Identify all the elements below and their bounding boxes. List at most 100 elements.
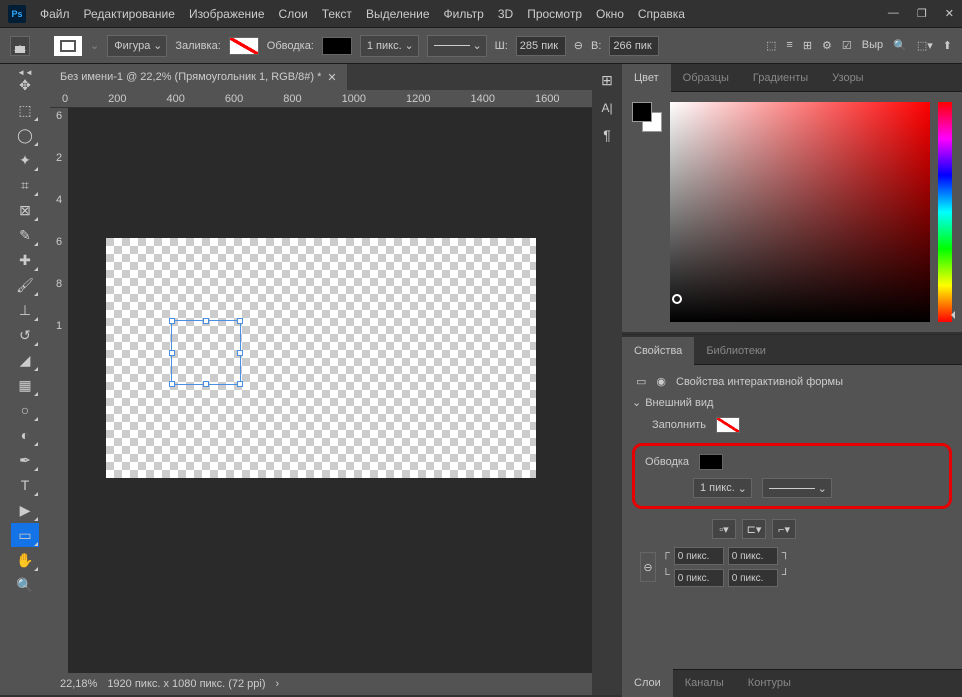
stroke-style-dropdown[interactable]: [427, 35, 487, 57]
minimize-icon[interactable]: —: [888, 7, 899, 20]
handle-w[interactable]: [169, 350, 175, 356]
gradient-tool[interactable]: ▦: [11, 373, 39, 397]
handle-s[interactable]: [203, 381, 209, 387]
tab-close-icon[interactable]: ✕: [327, 71, 336, 84]
link-wh-icon[interactable]: ⊖: [574, 39, 583, 52]
panel-expand-icon[interactable]: ⊞: [601, 72, 613, 89]
menu-3d[interactable]: 3D: [498, 7, 513, 21]
stroke-style-prop[interactable]: [762, 478, 832, 498]
type-tool[interactable]: T: [11, 473, 39, 497]
tab-channels[interactable]: Каналы: [673, 669, 736, 697]
menu-filter[interactable]: Фильтр: [444, 7, 484, 21]
corner-bl-input[interactable]: [674, 569, 724, 587]
move-tool[interactable]: ✥: [11, 73, 39, 97]
heal-tool[interactable]: ✚: [11, 248, 39, 272]
handle-n[interactable]: [203, 318, 209, 324]
tool-preset[interactable]: [54, 36, 82, 56]
corner-tl-input[interactable]: [674, 547, 724, 565]
height-input[interactable]: [609, 36, 659, 56]
menu-text[interactable]: Текст: [322, 7, 352, 21]
history-brush-tool[interactable]: ↺: [11, 323, 39, 347]
stroke-caps-dropdown[interactable]: ⊏▾: [742, 519, 766, 539]
zoom-tool[interactable]: 🔍: [11, 573, 39, 597]
handle-e[interactable]: [237, 350, 243, 356]
tab-properties[interactable]: Свойства: [622, 337, 694, 365]
arrange-icon[interactable]: ⊞: [803, 39, 812, 52]
shape-rectangle[interactable]: [171, 320, 241, 385]
handle-ne[interactable]: [237, 318, 243, 324]
close-icon[interactable]: ✕: [945, 7, 954, 20]
menu-help[interactable]: Справка: [638, 7, 685, 21]
stroke-prop-swatch[interactable]: [699, 454, 723, 470]
eraser-tool[interactable]: ◢: [11, 348, 39, 372]
color-field[interactable]: [670, 102, 930, 322]
menu-select[interactable]: Выделение: [366, 7, 430, 21]
stroke-swatch[interactable]: [322, 37, 352, 55]
fill-prop-swatch[interactable]: [716, 417, 740, 433]
handle-se[interactable]: [237, 381, 243, 387]
hue-slider[interactable]: [938, 102, 952, 322]
menu-layers[interactable]: Слои: [279, 7, 308, 21]
status-chevron-icon[interactable]: ›: [276, 678, 280, 690]
handle-sw[interactable]: [169, 381, 175, 387]
lasso-tool[interactable]: ◯: [11, 123, 39, 147]
crop-tool[interactable]: ⌗: [11, 173, 39, 197]
doc-info[interactable]: 1920 пикс. x 1080 пикс. (72 ppi): [107, 678, 265, 690]
tab-paths[interactable]: Контуры: [736, 669, 803, 697]
stroke-width-dropdown[interactable]: 1 пикс.: [360, 35, 419, 57]
search-icon[interactable]: 🔍: [893, 39, 907, 52]
character-panel-icon[interactable]: A|: [601, 101, 612, 115]
tab-color[interactable]: Цвет: [622, 64, 671, 92]
shape-mode-dropdown[interactable]: Фигура: [107, 35, 167, 57]
tab-patterns[interactable]: Узоры: [820, 64, 875, 92]
stamp-tool[interactable]: ⊥: [11, 298, 39, 322]
document-tab[interactable]: Без имени-1 @ 22,2% (Прямоугольник 1, RG…: [50, 64, 347, 90]
menu-window[interactable]: Окно: [596, 7, 624, 21]
foreground-color[interactable]: [632, 102, 652, 122]
workspace-icon[interactable]: ⬚▾: [917, 39, 933, 52]
fill-swatch[interactable]: [229, 37, 259, 55]
pen-tool[interactable]: ✒: [11, 448, 39, 472]
align-edges-icon[interactable]: ☑: [842, 39, 852, 52]
tab-swatches[interactable]: Образцы: [671, 64, 741, 92]
marquee-tool[interactable]: ⬚: [11, 98, 39, 122]
handle-nw[interactable]: [169, 318, 175, 324]
zoom-level[interactable]: 22,18%: [60, 678, 97, 690]
frame-tool[interactable]: ⊠: [11, 198, 39, 222]
menu-view[interactable]: Просмотр: [527, 7, 582, 21]
tab-layers[interactable]: Слои: [622, 669, 673, 697]
corner-tr-input[interactable]: [728, 547, 778, 565]
menu-edit[interactable]: Редактирование: [84, 7, 175, 21]
path-ops-icon[interactable]: ⬚: [766, 39, 776, 52]
align-icon[interactable]: ≡: [786, 39, 792, 52]
gear-icon[interactable]: ⚙: [822, 39, 832, 52]
tab-libraries[interactable]: Библиотеки: [694, 337, 778, 365]
hand-tool[interactable]: ✋: [11, 548, 39, 572]
ruler-vertical[interactable]: 624681: [50, 108, 68, 673]
eyedropper-tool[interactable]: ✎: [11, 223, 39, 247]
stroke-align-dropdown[interactable]: ▫▾: [712, 519, 736, 539]
ruler-horizontal[interactable]: 020040060080010001200140016001800: [50, 90, 592, 108]
canvas[interactable]: [68, 108, 592, 673]
tab-gradients[interactable]: Градиенты: [741, 64, 820, 92]
appearance-section[interactable]: ⌄ Внешний вид: [632, 396, 952, 409]
maximize-icon[interactable]: ❐: [917, 7, 927, 20]
stroke-corners-dropdown[interactable]: ⌐▾: [772, 519, 796, 539]
foreground-background-swatch[interactable]: [632, 102, 662, 132]
menu-image[interactable]: Изображение: [189, 7, 265, 21]
path-select-tool[interactable]: ▶: [11, 498, 39, 522]
corner-br-input[interactable]: [728, 569, 778, 587]
dodge-tool[interactable]: ◐: [11, 423, 39, 447]
wand-tool[interactable]: ✦: [11, 148, 39, 172]
menu-file[interactable]: Файл: [40, 7, 70, 21]
brush-tool[interactable]: 🖌: [11, 273, 39, 297]
stroke-width-prop[interactable]: 1 пикс.: [693, 478, 752, 498]
width-input[interactable]: [516, 36, 566, 56]
share-icon[interactable]: ⬆: [943, 39, 952, 52]
color-picker-cursor[interactable]: [672, 294, 682, 304]
link-corners-icon[interactable]: ⊖: [640, 552, 656, 582]
home-button[interactable]: [10, 36, 30, 56]
paragraph-panel-icon[interactable]: ¶: [603, 127, 611, 143]
blur-tool[interactable]: ○: [11, 398, 39, 422]
rectangle-tool[interactable]: ▭: [11, 523, 39, 547]
